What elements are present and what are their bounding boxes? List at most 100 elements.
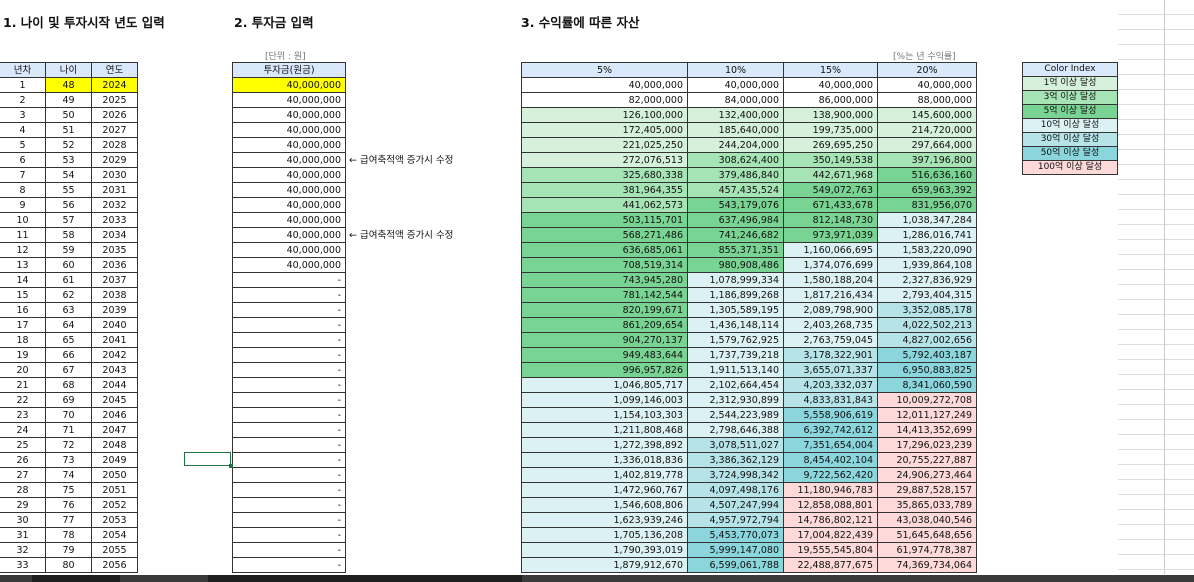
asset-cell-5pct[interactable]: 1,154,103,303: [521, 407, 688, 423]
year-cell[interactable]: 2042: [91, 347, 138, 363]
year-index-cell[interactable]: 21: [0, 377, 46, 393]
asset-cell-10pct[interactable]: 2,312,930,899: [687, 392, 784, 408]
year-cell[interactable]: 2056: [91, 557, 138, 573]
principal-cell[interactable]: -: [232, 512, 346, 528]
asset-cell-10pct[interactable]: 5,453,770,073: [687, 527, 784, 543]
year-cell[interactable]: 2043: [91, 362, 138, 378]
year-cell[interactable]: 2050: [91, 467, 138, 483]
asset-cell-5pct[interactable]: 1,046,805,717: [521, 377, 688, 393]
asset-cell-20pct[interactable]: 6,950,883,825: [877, 362, 977, 378]
asset-cell-5pct[interactable]: 172,405,000: [521, 122, 688, 138]
principal-cell[interactable]: -: [232, 467, 346, 483]
asset-cell-5pct[interactable]: 503,115,701: [521, 212, 688, 228]
year-index-cell[interactable]: 2: [0, 92, 46, 108]
principal-cell[interactable]: 40,000,000: [232, 122, 346, 138]
asset-cell-15pct[interactable]: 3,655,071,337: [783, 362, 878, 378]
asset-cell-10pct[interactable]: 637,496,984: [687, 212, 784, 228]
asset-cell-5pct[interactable]: 1,879,912,670: [521, 557, 688, 573]
principal-cell[interactable]: -: [232, 332, 346, 348]
principal-cell[interactable]: 40,000,000: [232, 92, 346, 108]
asset-cell-20pct[interactable]: 14,413,352,699: [877, 422, 977, 438]
asset-cell-10pct[interactable]: 379,486,840: [687, 167, 784, 183]
year-index-cell[interactable]: 31: [0, 527, 46, 543]
year-index-cell[interactable]: 27: [0, 467, 46, 483]
asset-cell-5pct[interactable]: 1,272,398,892: [521, 437, 688, 453]
principal-cell[interactable]: -: [232, 497, 346, 513]
year-index-cell[interactable]: 4: [0, 122, 46, 138]
asset-cell-15pct[interactable]: 1,580,188,204: [783, 272, 878, 288]
year-cell[interactable]: 2041: [91, 332, 138, 348]
age-cell[interactable]: 71: [45, 422, 92, 438]
asset-cell-20pct[interactable]: 1,939,864,108: [877, 257, 977, 273]
asset-cell-15pct[interactable]: 269,695,250: [783, 137, 878, 153]
asset-cell-15pct[interactable]: 5,558,906,619: [783, 407, 878, 423]
asset-cell-5pct[interactable]: 1,211,808,468: [521, 422, 688, 438]
asset-cell-10pct[interactable]: 3,078,511,027: [687, 437, 784, 453]
asset-cell-5pct[interactable]: 636,685,061: [521, 242, 688, 258]
asset-cell-10pct[interactable]: 2,102,664,454: [687, 377, 784, 393]
age-cell[interactable]: 54: [45, 167, 92, 183]
year-index-cell[interactable]: 22: [0, 392, 46, 408]
principal-cell[interactable]: 40,000,000: [232, 197, 346, 213]
sheet-tab[interactable]: [242, 575, 522, 582]
asset-cell-10pct[interactable]: 5,999,147,080: [687, 542, 784, 558]
asset-cell-5pct[interactable]: 441,062,573: [521, 197, 688, 213]
asset-cell-5pct[interactable]: 221,025,250: [521, 137, 688, 153]
asset-cell-5pct[interactable]: 708,519,314: [521, 257, 688, 273]
asset-cell-15pct[interactable]: 350,149,538: [783, 152, 878, 168]
age-cell[interactable]: 72: [45, 437, 92, 453]
asset-cell-20pct[interactable]: 40,000,000: [877, 77, 977, 93]
year-index-cell[interactable]: 29: [0, 497, 46, 513]
asset-cell-20pct[interactable]: 831,956,070: [877, 197, 977, 213]
year-cell[interactable]: 2024: [91, 77, 138, 93]
asset-cell-20pct[interactable]: 4,022,502,213: [877, 317, 977, 333]
year-cell[interactable]: 2037: [91, 272, 138, 288]
year-cell[interactable]: 2029: [91, 152, 138, 168]
asset-cell-10pct[interactable]: 2,544,223,989: [687, 407, 784, 423]
age-cell[interactable]: 70: [45, 407, 92, 423]
age-cell[interactable]: 57: [45, 212, 92, 228]
asset-cell-5pct[interactable]: 381,964,355: [521, 182, 688, 198]
age-cell[interactable]: 61: [45, 272, 92, 288]
asset-cell-5pct[interactable]: 126,100,000: [521, 107, 688, 123]
asset-cell-10pct[interactable]: 4,507,247,994: [687, 497, 784, 513]
asset-cell-10pct[interactable]: 543,179,076: [687, 197, 784, 213]
asset-cell-5pct[interactable]: 743,945,280: [521, 272, 688, 288]
principal-cell[interactable]: -: [232, 302, 346, 318]
year-cell[interactable]: 2028: [91, 137, 138, 153]
year-index-cell[interactable]: 13: [0, 257, 46, 273]
asset-cell-10pct[interactable]: 308,624,400: [687, 152, 784, 168]
age-cell[interactable]: 69: [45, 392, 92, 408]
year-cell[interactable]: 2027: [91, 122, 138, 138]
year-cell[interactable]: 2051: [91, 482, 138, 498]
asset-cell-10pct[interactable]: 741,246,682: [687, 227, 784, 243]
asset-cell-15pct[interactable]: 19,555,545,804: [783, 542, 878, 558]
year-index-cell[interactable]: 17: [0, 317, 46, 333]
asset-cell-20pct[interactable]: 1,583,220,090: [877, 242, 977, 258]
principal-cell[interactable]: -: [232, 287, 346, 303]
asset-cell-15pct[interactable]: 199,735,000: [783, 122, 878, 138]
asset-cell-20pct[interactable]: 24,906,273,464: [877, 467, 977, 483]
asset-cell-20pct[interactable]: 5,792,403,187: [877, 347, 977, 363]
asset-cell-15pct[interactable]: 8,454,402,104: [783, 452, 878, 468]
asset-cell-20pct[interactable]: 659,963,392: [877, 182, 977, 198]
principal-cell[interactable]: 40,000,000: [232, 152, 346, 168]
asset-cell-10pct[interactable]: 457,435,524: [687, 182, 784, 198]
year-cell[interactable]: 2049: [91, 452, 138, 468]
principal-cell[interactable]: -: [232, 527, 346, 543]
year-index-cell[interactable]: 14: [0, 272, 46, 288]
year-cell[interactable]: 2047: [91, 422, 138, 438]
year-cell[interactable]: 2045: [91, 392, 138, 408]
principal-cell[interactable]: 40,000,000: [232, 137, 346, 153]
asset-cell-15pct[interactable]: 11,180,946,783: [783, 482, 878, 498]
year-cell[interactable]: 2036: [91, 257, 138, 273]
asset-cell-15pct[interactable]: 812,148,730: [783, 212, 878, 228]
asset-cell-20pct[interactable]: 29,887,528,157: [877, 482, 977, 498]
asset-cell-15pct[interactable]: 973,971,039: [783, 227, 878, 243]
principal-cell[interactable]: -: [232, 272, 346, 288]
age-cell[interactable]: 66: [45, 347, 92, 363]
asset-cell-20pct[interactable]: 3,352,085,178: [877, 302, 977, 318]
asset-cell-10pct[interactable]: 4,097,498,176: [687, 482, 784, 498]
year-index-cell[interactable]: 10: [0, 212, 46, 228]
age-cell[interactable]: 80: [45, 557, 92, 573]
